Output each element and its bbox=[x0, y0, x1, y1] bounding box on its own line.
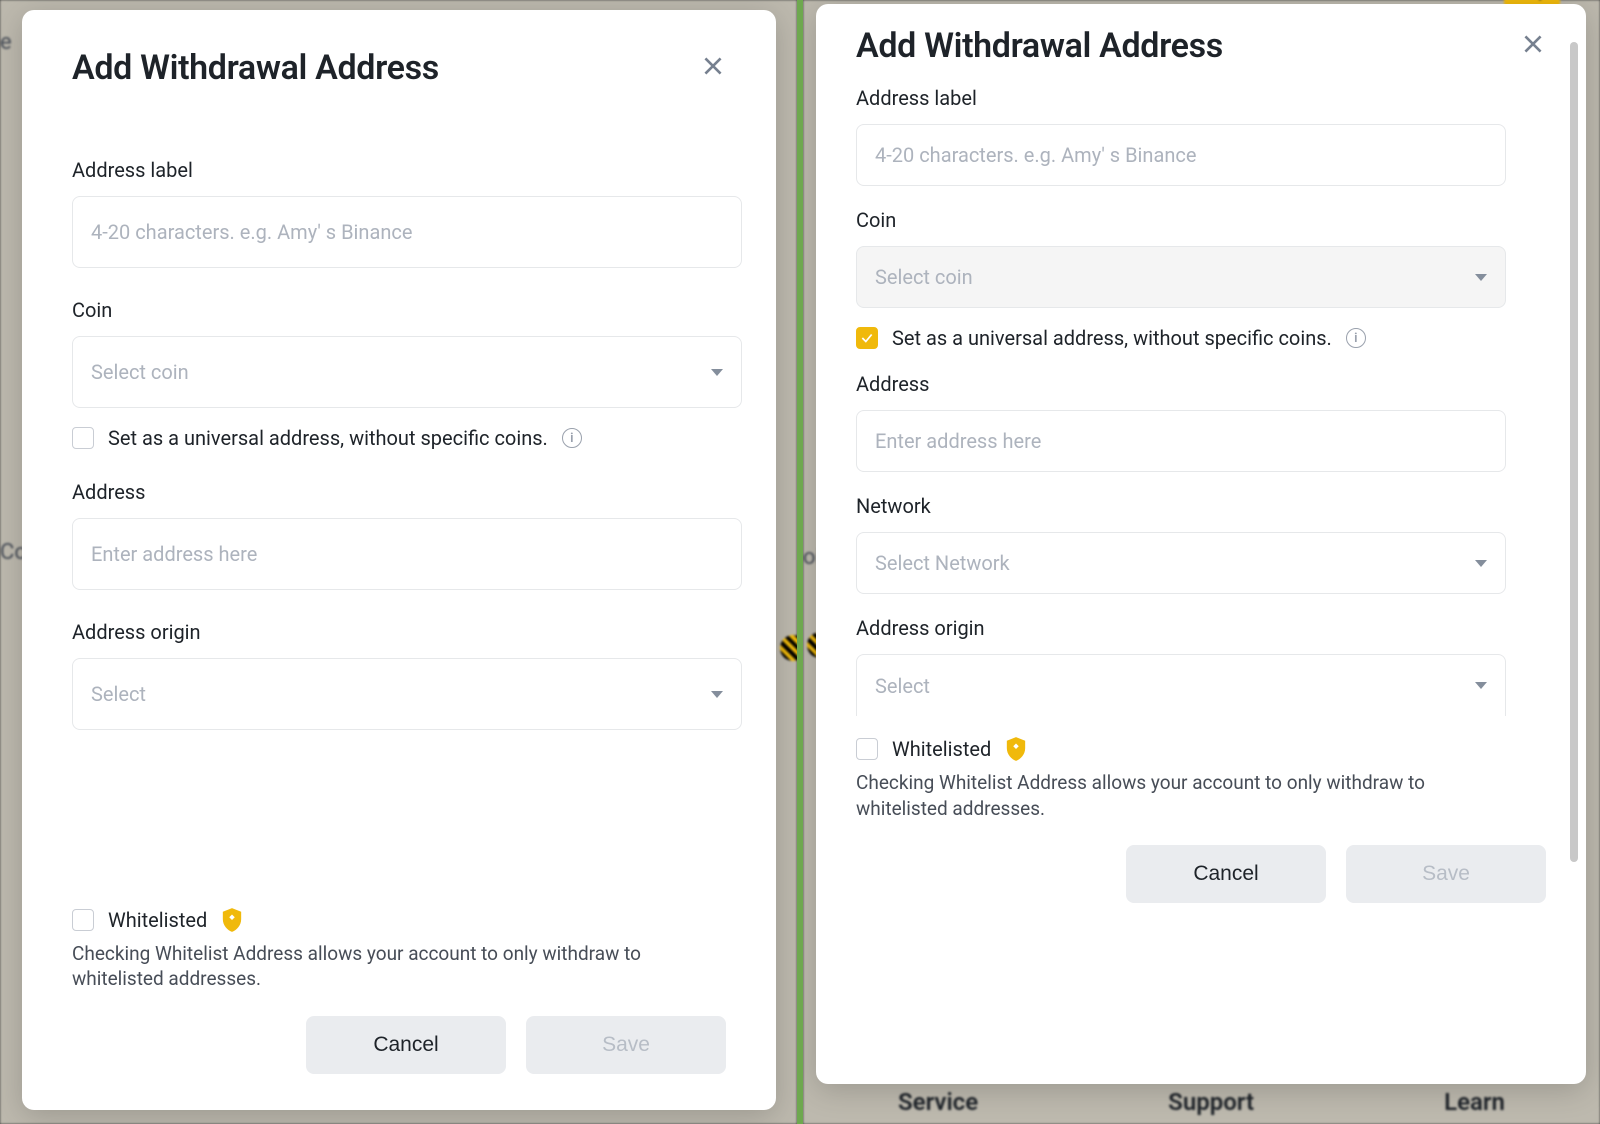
address-label-placeholder: 4-20 characters. e.g. Amy' s Binance bbox=[875, 143, 1196, 167]
address-label-label: Address label bbox=[856, 86, 1546, 110]
address-input[interactable]: Enter address here bbox=[856, 410, 1506, 472]
info-icon[interactable]: i bbox=[562, 428, 582, 448]
address-label: Address bbox=[72, 480, 726, 504]
nav-item: Finance bbox=[1044, 0, 1107, 1]
universal-address-checkbox[interactable] bbox=[856, 327, 878, 349]
coin-select[interactable]: Select coin bbox=[72, 336, 742, 408]
whitelist-label: Whitelisted bbox=[108, 908, 207, 932]
nav-item: Institutional bbox=[1218, 0, 1314, 1]
network-label: Network bbox=[856, 494, 1546, 518]
origin-label: Address origin bbox=[72, 620, 726, 644]
origin-label: Address origin bbox=[856, 616, 1546, 640]
coin-label: Coin bbox=[72, 298, 726, 322]
universal-address-text: Set as a universal address, without spec… bbox=[108, 426, 548, 450]
whitelist-label: Whitelisted bbox=[892, 737, 991, 761]
network-select[interactable]: Select Network bbox=[856, 532, 1506, 594]
address-label-input[interactable]: 4-20 characters. e.g. Amy' s Binance bbox=[72, 196, 742, 268]
chevron-down-icon bbox=[1475, 560, 1487, 567]
origin-select[interactable]: Select bbox=[856, 654, 1506, 716]
chevron-down-icon bbox=[1475, 274, 1487, 281]
address-label-input[interactable]: 4-20 characters. e.g. Amy' s Binance bbox=[856, 124, 1506, 186]
coin-placeholder: Select coin bbox=[875, 265, 973, 289]
coin-select[interactable]: Select coin bbox=[856, 246, 1506, 308]
modal-title: Add Withdrawal Address bbox=[856, 26, 1223, 66]
shield-icon bbox=[221, 907, 243, 933]
origin-placeholder: Select bbox=[91, 682, 146, 706]
coin-icon bbox=[780, 635, 797, 661]
address-placeholder: Enter address here bbox=[91, 542, 257, 566]
chevron-down-icon bbox=[711, 369, 723, 376]
add-withdrawal-address-modal: Add Withdrawal Address Address label 4-2… bbox=[816, 4, 1586, 1084]
add-withdrawal-address-modal: Add Withdrawal Address Address label 4-2… bbox=[22, 10, 776, 1110]
universal-address-text: Set as a universal address, without spec… bbox=[892, 326, 1332, 350]
bg-text: e bbox=[0, 30, 12, 55]
origin-select[interactable]: Select bbox=[72, 658, 742, 730]
coin-placeholder: Select coin bbox=[91, 360, 189, 384]
save-button: Save bbox=[526, 1016, 726, 1074]
universal-address-checkbox[interactable] bbox=[72, 427, 94, 449]
nav-item: NFT bbox=[1146, 0, 1180, 1]
info-icon[interactable]: i bbox=[1346, 328, 1366, 348]
modal-title: Add Withdrawal Address bbox=[72, 48, 439, 88]
close-icon[interactable] bbox=[1520, 31, 1546, 61]
coin-label: Coin bbox=[856, 208, 1546, 232]
save-button: Save bbox=[1346, 845, 1546, 903]
whitelist-hint: Checking Whitelist Address allows your a… bbox=[856, 770, 1486, 821]
shield-icon bbox=[1005, 736, 1027, 762]
bg-footer: Service Support Learn bbox=[803, 1088, 1600, 1116]
nav-item: Derivatives bbox=[843, 0, 932, 1]
chevron-down-icon bbox=[1475, 682, 1487, 689]
whitelist-checkbox[interactable] bbox=[72, 909, 94, 931]
cancel-button[interactable]: Cancel bbox=[306, 1016, 506, 1074]
address-placeholder: Enter address here bbox=[875, 429, 1041, 453]
address-label: Address bbox=[856, 372, 1546, 396]
scrollbar[interactable] bbox=[1570, 42, 1578, 862]
origin-placeholder: Select bbox=[875, 674, 930, 698]
nav-item: Earn bbox=[970, 0, 1006, 1]
address-label-label: Address label bbox=[72, 158, 726, 182]
address-label-placeholder: 4-20 characters. e.g. Amy' s Binance bbox=[91, 220, 412, 244]
whitelist-checkbox[interactable] bbox=[856, 738, 878, 760]
address-input[interactable]: Enter address here bbox=[72, 518, 742, 590]
chevron-down-icon bbox=[711, 691, 723, 698]
network-placeholder: Select Network bbox=[875, 551, 1010, 575]
cancel-button[interactable]: Cancel bbox=[1126, 845, 1326, 903]
whitelist-hint: Checking Whitelist Address allows your a… bbox=[72, 941, 702, 992]
close-icon[interactable] bbox=[700, 53, 726, 83]
